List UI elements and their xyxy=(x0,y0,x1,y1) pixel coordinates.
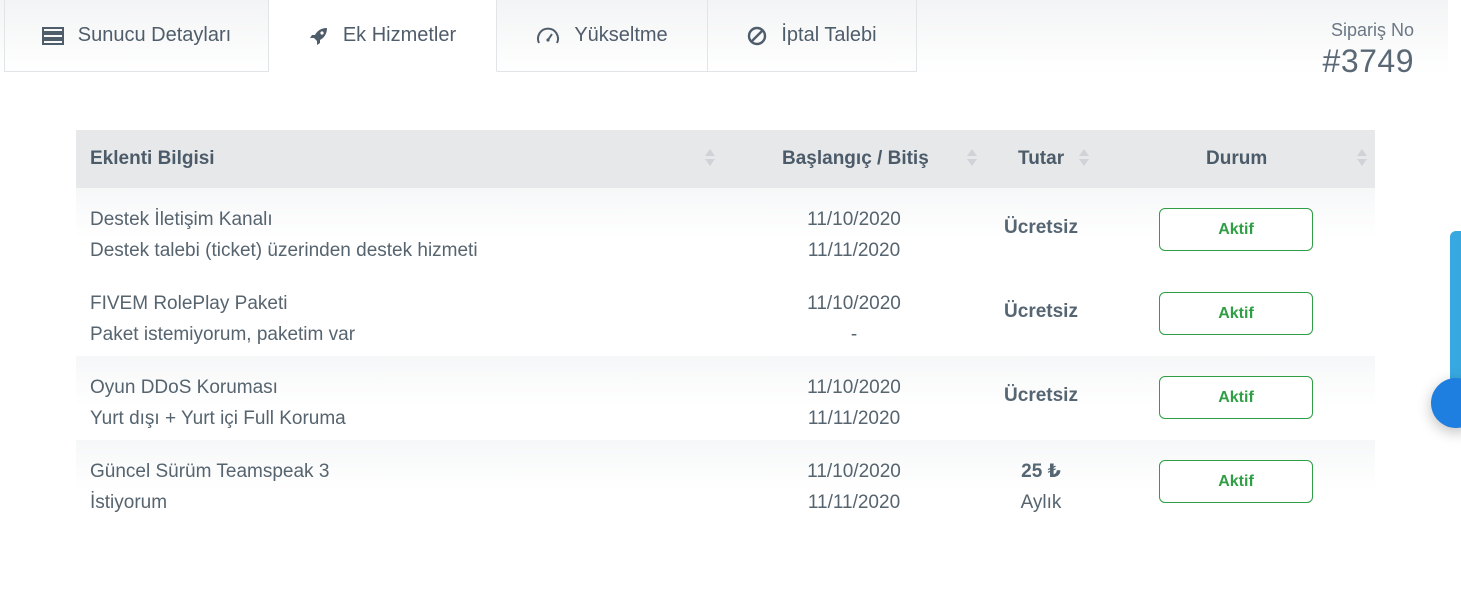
addon-price: Ücretsiz xyxy=(1004,301,1078,322)
addon-description: Destek talebi (ticket) üzerinden destek … xyxy=(90,240,478,261)
rocket-icon xyxy=(309,26,329,46)
tab-cancel-request[interactable]: İptal Talebi xyxy=(708,0,917,72)
start-date: 11/10/2020 xyxy=(807,293,901,314)
table-row: Destek İletişim Kanalı Destek talebi (ti… xyxy=(76,188,1375,272)
start-date: 11/10/2020 xyxy=(807,461,901,482)
tab-label: Sunucu Detayları xyxy=(77,24,232,46)
price-period: Aylık xyxy=(1020,492,1062,513)
end-date: 11/11/2020 xyxy=(807,492,901,513)
start-date: 11/10/2020 xyxy=(807,209,901,230)
addon-description: Paket istemiyorum, paketim var xyxy=(90,324,356,345)
header-start-end[interactable]: Başlangıç / Bitiş xyxy=(782,130,929,188)
addon-info: Destek İletişim Kanalı Destek talebi (ti… xyxy=(90,204,478,266)
status-badge[interactable]: Aktif xyxy=(1159,460,1313,503)
addon-info: Oyun DDoS Koruması Yurt dışı + Yurt içi … xyxy=(90,372,346,434)
side-panel-tab[interactable] xyxy=(1450,231,1461,391)
header-amount[interactable]: Tutar xyxy=(1018,130,1064,188)
header-status[interactable]: Durum xyxy=(1206,130,1267,188)
table-row: Oyun DDoS Koruması Yurt dışı + Yurt içi … xyxy=(76,356,1375,440)
addon-name: Güncel Sürüm Teamspeak 3 xyxy=(90,461,330,482)
tab-label: Ek Hizmetler xyxy=(342,24,457,46)
addon-dates: 11/10/2020 - xyxy=(779,288,929,350)
addon-price: Ücretsiz xyxy=(1004,217,1078,238)
addon-name: Oyun DDoS Koruması xyxy=(90,377,278,398)
addon-info: FIVEM RolePlay Paketi Paket istemiyorum,… xyxy=(90,288,355,350)
order-number: #3749 xyxy=(1322,43,1414,79)
tab-server-details[interactable]: Sunucu Detayları xyxy=(4,0,269,72)
end-date: - xyxy=(850,324,858,345)
addon-dates: 11/10/2020 11/11/2020 xyxy=(779,372,929,434)
addons-table: Eklenti Bilgisi Başlangıç / Bitiş Tutar … xyxy=(76,130,1375,524)
chat-icon[interactable] xyxy=(1431,378,1461,428)
tab-upgrade[interactable]: Yükseltme xyxy=(497,0,708,72)
ban-icon xyxy=(747,26,767,46)
server-icon xyxy=(41,26,64,45)
tab-bar: Sunucu Detayları Ek Hizmetler Yükseltme xyxy=(4,0,917,73)
addon-description: Yurt dışı + Yurt içi Full Koruma xyxy=(90,408,346,429)
status-badge[interactable]: Aktif xyxy=(1159,208,1313,251)
tab-label: Yükseltme xyxy=(574,24,668,46)
addon-dates: 11/10/2020 11/11/2020 xyxy=(779,204,929,266)
status-badge[interactable]: Aktif xyxy=(1159,376,1313,419)
addon-price: Ücretsiz xyxy=(1004,385,1078,406)
addon-price: 25 ₺ Aylık xyxy=(976,456,1106,518)
speedometer-icon xyxy=(536,27,560,45)
sort-icon[interactable] xyxy=(1357,148,1367,170)
table-row: FIVEM RolePlay Paketi Paket istemiyorum,… xyxy=(76,272,1375,356)
end-date: 11/11/2020 xyxy=(807,408,901,429)
tab-addon-services[interactable]: Ek Hizmetler xyxy=(269,0,497,72)
sort-icon[interactable] xyxy=(1079,148,1089,170)
addon-name: Destek İletişim Kanalı xyxy=(90,209,273,230)
table-header: Eklenti Bilgisi Başlangıç / Bitiş Tutar … xyxy=(76,130,1375,188)
addon-info: Güncel Sürüm Teamspeak 3 İstiyorum xyxy=(90,456,329,518)
order-label: Sipariş No xyxy=(1330,20,1414,40)
addon-description: İstiyorum xyxy=(90,492,168,513)
tab-label: İptal Talebi xyxy=(781,24,877,46)
top-bar: Sunucu Detayları Ek Hizmetler Yükseltme xyxy=(0,0,1448,80)
table-row: Güncel Sürüm Teamspeak 3 İstiyorum 11/10… xyxy=(76,440,1375,524)
order-info: Sipariş No #3749 xyxy=(1323,20,1414,80)
sort-icon[interactable] xyxy=(705,148,715,170)
addon-name: FIVEM RolePlay Paketi xyxy=(90,293,288,314)
price-amount: 25 ₺ xyxy=(1021,461,1061,482)
header-addon-info[interactable]: Eklenti Bilgisi xyxy=(90,130,215,188)
addon-dates: 11/10/2020 11/11/2020 xyxy=(779,456,929,518)
sort-icon[interactable] xyxy=(967,148,977,170)
start-date: 11/10/2020 xyxy=(807,377,901,398)
end-date: 11/11/2020 xyxy=(807,240,901,261)
status-badge[interactable]: Aktif xyxy=(1159,292,1313,335)
